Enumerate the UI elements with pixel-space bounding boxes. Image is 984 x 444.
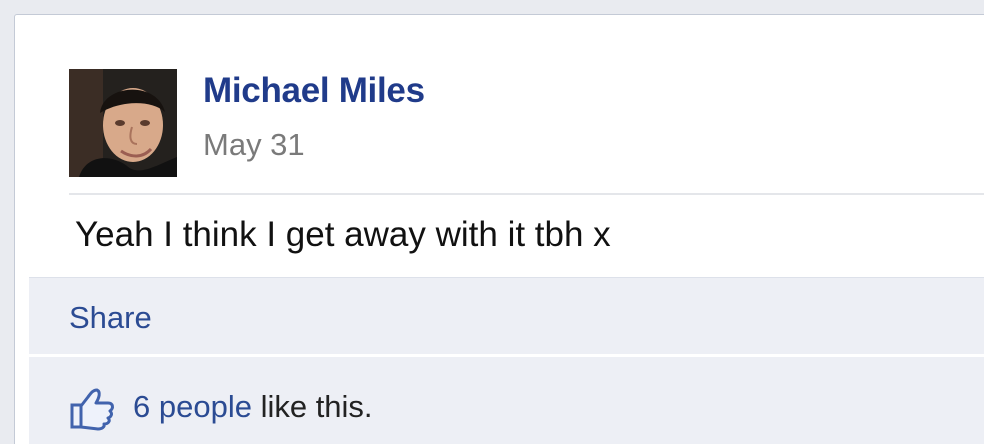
share-link[interactable]: Share [69, 300, 152, 336]
share-bar: Share [29, 277, 984, 357]
profile-photo [69, 69, 177, 177]
author-name-link[interactable]: Michael Miles [203, 71, 425, 111]
people-like-link[interactable]: 6 people [133, 389, 252, 424]
likes-suffix: like this. [251, 389, 373, 424]
avatar[interactable] [69, 69, 177, 177]
likes-summary: 6 people like this. [133, 389, 373, 425]
post-timestamp-link[interactable]: May 31 [203, 127, 305, 163]
post-divider [69, 193, 984, 195]
post-text: Yeah I think I get away with it tbh x [75, 215, 611, 254]
post-card: Michael Miles May 31 Yeah I think I get … [14, 14, 984, 444]
thumbs-up-icon[interactable] [69, 387, 115, 431]
likes-bar: 6 people like this. [29, 357, 984, 444]
